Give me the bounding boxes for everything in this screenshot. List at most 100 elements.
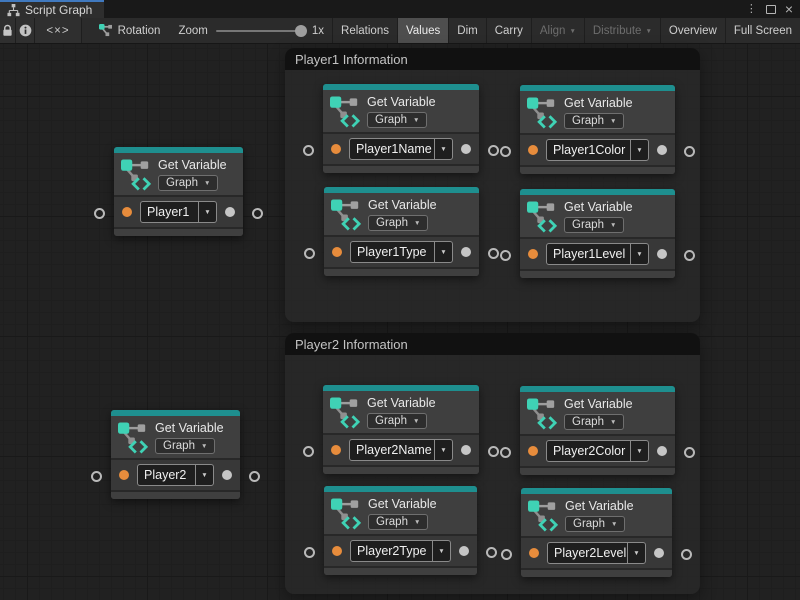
node-title: Get Variable [155, 421, 224, 435]
chevron-down-icon[interactable]: ▼ [195, 465, 213, 485]
right-connection-port[interactable] [681, 549, 692, 560]
input-port-dot[interactable] [122, 207, 132, 217]
input-port-dot[interactable] [119, 470, 129, 480]
left-connection-port[interactable] [304, 248, 315, 259]
scope-dropdown[interactable]: Graph ▼ [368, 215, 428, 231]
variable-dropdown[interactable]: Player2Color ▼ [546, 440, 649, 462]
right-connection-port[interactable] [488, 145, 499, 156]
chevron-down-icon[interactable]: ▼ [630, 441, 648, 461]
left-connection-port[interactable] [303, 145, 314, 156]
input-port-dot[interactable] [529, 548, 539, 558]
relations-button[interactable]: Relations [333, 18, 398, 43]
scope-dropdown[interactable]: Graph ▼ [564, 217, 624, 233]
get-variable-node-player1level[interactable]: Get Variable Graph ▼ Player1Level ▼ [520, 189, 675, 278]
code-view-button[interactable]: <×> [35, 18, 81, 43]
info-button[interactable] [16, 18, 35, 43]
variable-dropdown[interactable]: Player2Level ▼ [547, 542, 646, 564]
node-header: Get Variable Graph ▼ [520, 91, 675, 133]
variable-dropdown[interactable]: Player1Color ▼ [546, 139, 649, 161]
get-variable-node-player1[interactable]: Get Variable Graph ▼ Player1 ▼ [114, 147, 243, 236]
variable-dropdown[interactable]: Player2Type ▼ [350, 540, 451, 562]
graph-canvas[interactable]: Player1 Information Player2 Information … [0, 44, 800, 600]
zoom-slider-thumb[interactable] [295, 25, 307, 37]
carry-button[interactable]: Carry [487, 18, 532, 43]
close-icon[interactable]: × [785, 2, 793, 16]
left-connection-port[interactable] [500, 250, 511, 261]
scope-dropdown[interactable]: Graph ▼ [155, 438, 215, 454]
chevron-down-icon[interactable]: ▼ [434, 242, 452, 262]
chevron-down-icon: ▼ [611, 521, 617, 528]
chevron-down-icon[interactable]: ▼ [434, 440, 452, 460]
input-port-dot[interactable] [332, 546, 342, 556]
group-title: Player1 Information [295, 52, 408, 67]
variable-dropdown[interactable]: Player1Type ▼ [350, 241, 453, 263]
node-footer [520, 466, 675, 475]
left-connection-port[interactable] [91, 471, 102, 482]
window-menu-icon[interactable]: ⋮ [746, 4, 757, 15]
input-port-dot[interactable] [528, 446, 538, 456]
scope-dropdown[interactable]: Graph ▼ [368, 514, 428, 530]
get-variable-node-player2type[interactable]: Get Variable Graph ▼ Player2Type ▼ [324, 486, 477, 575]
right-connection-port[interactable] [488, 248, 499, 259]
left-connection-port[interactable] [94, 208, 105, 219]
scope-dropdown[interactable]: Graph ▼ [367, 413, 427, 429]
chevron-down-icon[interactable]: ▼ [630, 140, 648, 160]
maximize-icon[interactable] [766, 5, 776, 14]
variable-dropdown[interactable]: Player1Level ▼ [546, 243, 649, 265]
get-variable-node-player2color[interactable]: Get Variable Graph ▼ Player2Color ▼ [520, 386, 675, 475]
get-variable-node-player1name[interactable]: Get Variable Graph ▼ Player1Name ▼ [323, 84, 479, 173]
input-port-dot[interactable] [528, 145, 538, 155]
variable-name: Player2Level [548, 543, 627, 563]
scope-dropdown[interactable]: Graph ▼ [564, 113, 624, 129]
get-variable-node-player2name[interactable]: Get Variable Graph ▼ Player2Name ▼ [323, 385, 479, 474]
variable-dropdown[interactable]: Player2Name ▼ [349, 439, 453, 461]
right-connection-port[interactable] [252, 208, 263, 219]
variable-dropdown[interactable]: Player1Name ▼ [349, 138, 453, 160]
node-footer [323, 164, 479, 173]
dim-button[interactable]: Dim [449, 18, 486, 43]
right-connection-port[interactable] [684, 146, 695, 157]
rotation-control[interactable]: Rotation [82, 18, 171, 43]
scope-dropdown[interactable]: Graph ▼ [564, 414, 624, 430]
group-header[interactable]: Player1 Information [285, 48, 700, 70]
align-dropdown-button[interactable]: Align ▼ [532, 18, 585, 43]
lock-button[interactable] [0, 18, 16, 43]
input-port-dot[interactable] [528, 249, 538, 259]
left-connection-port[interactable] [500, 146, 511, 157]
variable-dropdown[interactable]: Player2 ▼ [137, 464, 214, 486]
chevron-down-icon[interactable]: ▼ [432, 541, 450, 561]
chevron-down-icon[interactable]: ▼ [434, 139, 452, 159]
full-screen-button[interactable]: Full Screen [726, 18, 800, 43]
scope-dropdown[interactable]: Graph ▼ [565, 516, 625, 532]
scope-dropdown[interactable]: Graph ▼ [367, 112, 427, 128]
variable-dropdown[interactable]: Player1 ▼ [140, 201, 217, 223]
chevron-down-icon[interactable]: ▼ [627, 543, 645, 563]
variable-icon [118, 421, 148, 454]
distribute-dropdown-button[interactable]: Distribute ▼ [585, 18, 661, 43]
group-header[interactable]: Player2 Information [285, 333, 700, 355]
input-port-dot[interactable] [331, 144, 341, 154]
right-connection-port[interactable] [486, 547, 497, 558]
right-connection-port[interactable] [488, 446, 499, 457]
scope-dropdown[interactable]: Graph ▼ [158, 175, 218, 191]
values-button[interactable]: Values [398, 18, 449, 43]
chevron-down-icon[interactable]: ▼ [630, 244, 648, 264]
get-variable-node-player2[interactable]: Get Variable Graph ▼ Player2 ▼ [111, 410, 240, 499]
tab-script-graph[interactable]: Script Graph [0, 0, 104, 18]
chevron-down-icon[interactable]: ▼ [198, 202, 216, 222]
right-connection-port[interactable] [684, 250, 695, 261]
get-variable-node-player1color[interactable]: Get Variable Graph ▼ Player1Color ▼ [520, 85, 675, 174]
zoom-slider[interactable] [216, 30, 304, 32]
node-title: Get Variable [368, 198, 437, 212]
get-variable-node-player2level[interactable]: Get Variable Graph ▼ Player2Level ▼ [521, 488, 672, 577]
right-connection-port[interactable] [249, 471, 260, 482]
get-variable-node-player1type[interactable]: Get Variable Graph ▼ Player1Type ▼ [324, 187, 479, 276]
input-port-dot[interactable] [332, 247, 342, 257]
left-connection-port[interactable] [304, 547, 315, 558]
overview-button[interactable]: Overview [661, 18, 726, 43]
right-connection-port[interactable] [684, 447, 695, 458]
left-connection-port[interactable] [501, 549, 512, 560]
input-port-dot[interactable] [331, 445, 341, 455]
left-connection-port[interactable] [500, 447, 511, 458]
left-connection-port[interactable] [303, 446, 314, 457]
